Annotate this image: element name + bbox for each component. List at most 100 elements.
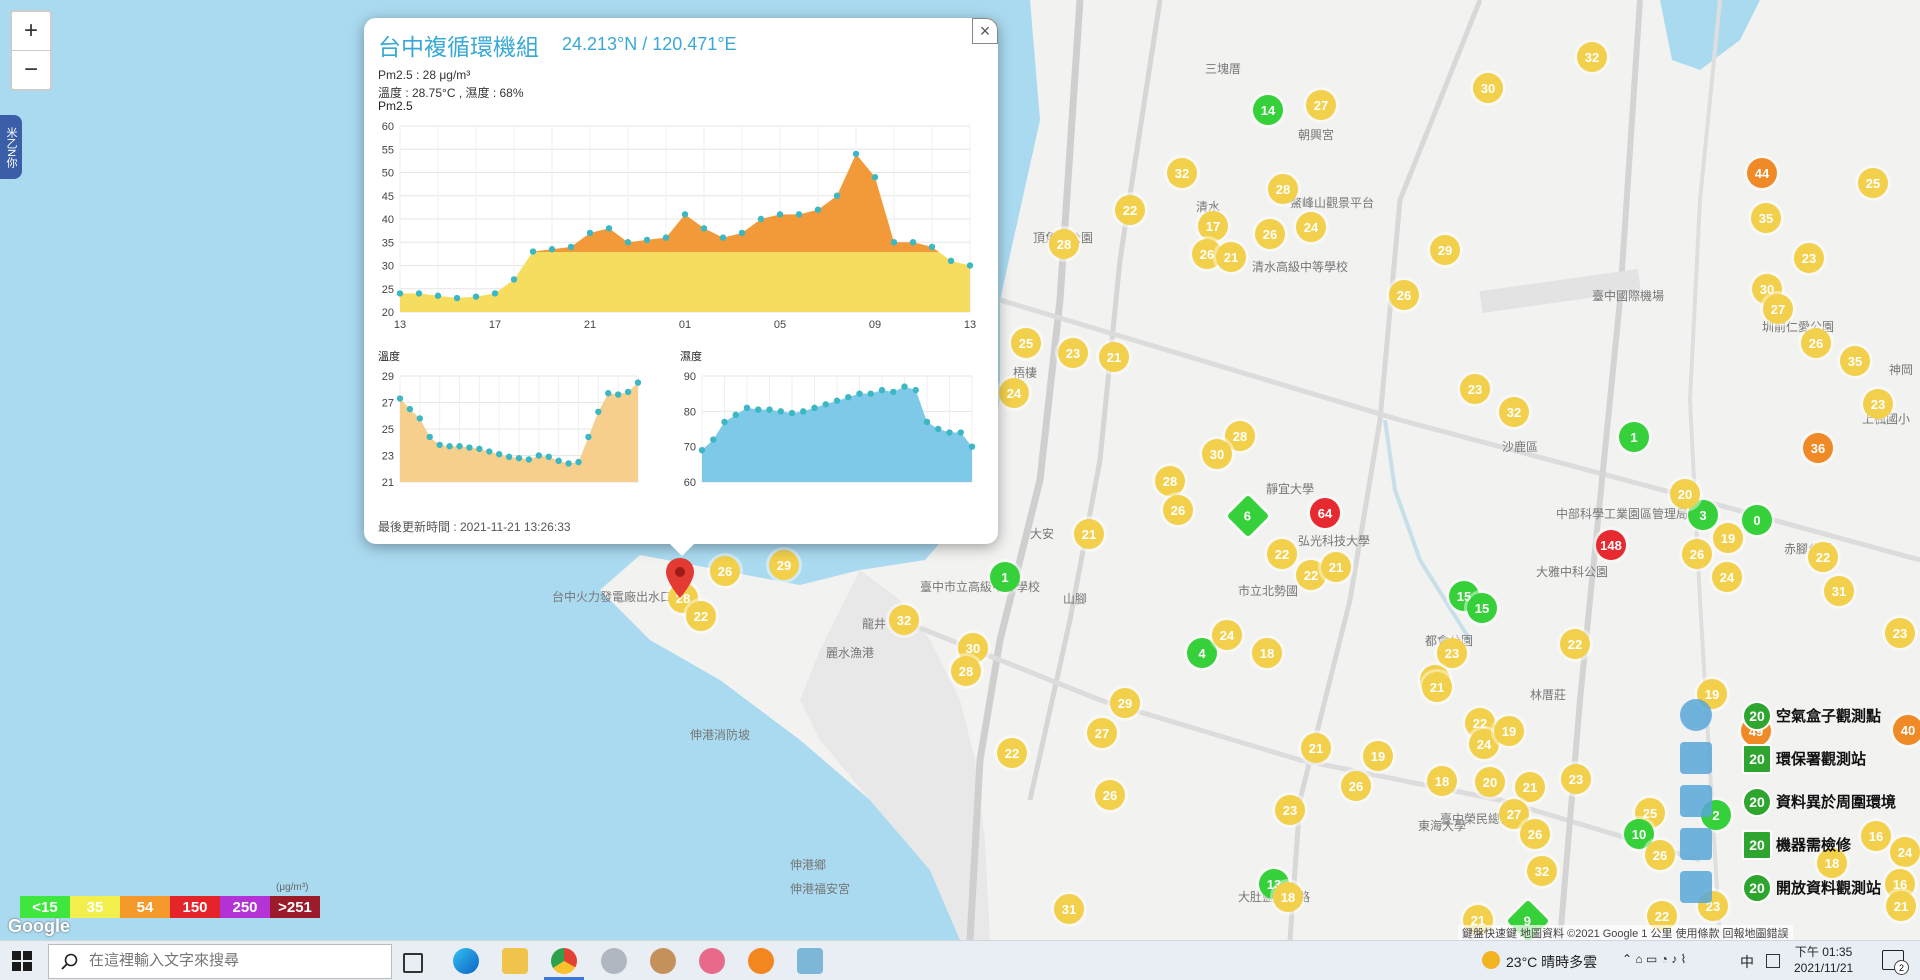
- taskbar-clock[interactable]: 下午 01:35 2021/11/21: [1794, 944, 1853, 976]
- sensor-marker[interactable]: 21: [1515, 772, 1545, 802]
- sensor-marker[interactable]: 24: [1712, 562, 1742, 592]
- sensor-marker[interactable]: 26: [1389, 280, 1419, 310]
- windows-start-icon[interactable]: [12, 951, 32, 971]
- sensor-marker[interactable]: 24: [1212, 620, 1242, 650]
- layer-legend-item[interactable]: 20 資料異於周圍環境: [1680, 781, 1920, 821]
- sensor-marker[interactable]: 26: [1255, 219, 1285, 249]
- edge-browser-icon[interactable]: [453, 948, 479, 974]
- weather-text[interactable]: 23°C 晴時多雲: [1506, 952, 1597, 972]
- sensor-marker[interactable]: 0: [1742, 505, 1772, 535]
- sensor-marker[interactable]: 20: [1670, 479, 1700, 509]
- chrome-browser-icon[interactable]: [551, 948, 577, 974]
- sensor-marker[interactable]: 15: [1467, 593, 1497, 623]
- sensor-marker[interactable]: 24: [1296, 212, 1326, 242]
- layer-legend-item[interactable]: 20 空氣盒子觀測點: [1680, 695, 1920, 735]
- sensor-marker[interactable]: 23: [1885, 618, 1915, 648]
- sensor-marker[interactable]: 26: [1520, 819, 1550, 849]
- layer-legend-item[interactable]: 20 環保署觀測站: [1680, 738, 1920, 778]
- sensor-marker[interactable]: 31: [1054, 894, 1084, 924]
- sensor-marker[interactable]: 22: [686, 601, 716, 631]
- blender-app-icon[interactable]: [748, 948, 774, 974]
- selected-location-pin-icon[interactable]: [664, 556, 696, 600]
- sensor-marker[interactable]: 29: [769, 550, 799, 580]
- sensor-marker[interactable]: 26: [710, 556, 740, 586]
- sensor-marker[interactable]: 22: [1808, 542, 1838, 572]
- side-panel-tab[interactable]: 米乙N你: [0, 115, 22, 179]
- zoom-in-button[interactable]: +: [12, 12, 50, 50]
- sensor-marker[interactable]: 18: [1427, 766, 1457, 796]
- file-explorer-icon[interactable]: [502, 948, 528, 974]
- weather-sun-icon[interactable]: [1482, 951, 1500, 969]
- sensor-marker[interactable]: 21: [1422, 672, 1452, 702]
- sensor-marker[interactable]: 26: [1341, 771, 1371, 801]
- sensor-marker[interactable]: 29: [1110, 688, 1140, 718]
- sensor-marker[interactable]: 28: [1155, 466, 1185, 496]
- sensor-marker[interactable]: 36: [1803, 433, 1833, 463]
- sensor-marker[interactable]: 30: [1473, 73, 1503, 103]
- map-attribution[interactable]: 鍵盤快速鍵 地圖資料 ©2021 Google 1 公里 使用條款 回報地圖錯誤: [1458, 925, 1793, 940]
- notification-icon[interactable]: 2: [1882, 950, 1909, 975]
- sensor-marker[interactable]: 28: [1049, 229, 1079, 259]
- sensor-marker[interactable]: 35: [1751, 203, 1781, 233]
- sensor-marker[interactable]: 26: [1095, 780, 1125, 810]
- layer-legend-item[interactable]: 20 機器需檢修: [1680, 824, 1920, 864]
- sensor-marker[interactable]: 20: [1475, 767, 1505, 797]
- sensor-marker[interactable]: 31: [1824, 576, 1854, 606]
- sensor-marker[interactable]: 32: [1577, 42, 1607, 72]
- sensor-marker[interactable]: 19: [1363, 741, 1393, 771]
- sensor-marker[interactable]: 4: [1187, 638, 1217, 668]
- sensor-marker[interactable]: 32: [1527, 856, 1557, 886]
- layer-legend-item[interactable]: 20 開放資料觀測站: [1680, 867, 1920, 907]
- sensor-marker[interactable]: 21: [1074, 519, 1104, 549]
- sensor-marker[interactable]: 32: [1499, 397, 1529, 427]
- sensor-marker[interactable]: 23: [1058, 338, 1088, 368]
- keyboard-icon[interactable]: [1766, 954, 1780, 968]
- sensor-marker[interactable]: 28: [951, 656, 981, 686]
- sensor-marker[interactable]: 23: [1561, 764, 1591, 794]
- sensor-marker[interactable]: 26: [1682, 539, 1712, 569]
- taskbar-search[interactable]: [48, 944, 392, 979]
- sensor-marker[interactable]: 27: [1087, 718, 1117, 748]
- sensor-marker[interactable]: 27: [1306, 90, 1336, 120]
- sensor-marker[interactable]: 148: [1596, 530, 1626, 560]
- sensor-marker[interactable]: 28: [1268, 174, 1298, 204]
- sensor-marker[interactable]: 23: [1794, 243, 1824, 273]
- sensor-marker[interactable]: 32: [889, 605, 919, 635]
- map-canvas[interactable]: 三塊厝朝興宮清水鰲峰山觀景平台頂魚寮公園清水高級中等學校臺中國際機場圳前仁愛公園…: [0, 0, 1920, 940]
- sensor-marker[interactable]: 29: [1430, 235, 1460, 265]
- sensor-marker[interactable]: 25: [1858, 168, 1888, 198]
- sensor-marker[interactable]: 22: [1267, 539, 1297, 569]
- sensor-marker[interactable]: 19: [1713, 523, 1743, 553]
- sensor-marker[interactable]: 1: [990, 562, 1020, 592]
- sensor-marker[interactable]: 27: [1763, 294, 1793, 324]
- sensor-marker[interactable]: 35: [1840, 346, 1870, 376]
- sensor-marker[interactable]: 23: [1275, 795, 1305, 825]
- ime-indicator[interactable]: 中: [1740, 952, 1754, 972]
- sensor-marker[interactable]: 21: [1301, 733, 1331, 763]
- gimp-app-icon[interactable]: [650, 948, 676, 974]
- sensor-marker[interactable]: 21: [1099, 342, 1129, 372]
- sensor-marker[interactable]: 25: [1011, 328, 1041, 358]
- sensor-marker[interactable]: 23: [1460, 374, 1490, 404]
- sensor-marker[interactable]: 21: [1321, 552, 1351, 582]
- task-view-icon[interactable]: [403, 953, 423, 973]
- sensor-marker[interactable]: 18: [1273, 882, 1303, 912]
- molecule-app-icon[interactable]: [699, 948, 725, 974]
- zoom-out-button[interactable]: −: [12, 50, 50, 89]
- sensor-marker[interactable]: 23: [1863, 389, 1893, 419]
- sensor-marker[interactable]: 22: [1115, 195, 1145, 225]
- sensor-marker[interactable]: 30: [1202, 439, 1232, 469]
- search-input[interactable]: [87, 951, 381, 970]
- compass-app-icon[interactable]: [601, 948, 627, 974]
- sensor-marker[interactable]: 32: [1167, 158, 1197, 188]
- sensor-marker[interactable]: 26: [1801, 328, 1831, 358]
- sensor-marker[interactable]: 23: [1437, 638, 1467, 668]
- sensor-marker[interactable]: 1: [1619, 422, 1649, 452]
- tray-icons[interactable]: ⌃ ⌂ ▭ ◔ ♪ ⌇: [1622, 952, 1686, 966]
- sensor-marker[interactable]: 21: [1216, 242, 1246, 272]
- sensor-marker[interactable]: 44: [1747, 158, 1777, 188]
- sensor-marker[interactable]: 18: [1252, 638, 1282, 668]
- sensor-marker[interactable]: 17: [1198, 211, 1228, 241]
- sensor-marker[interactable]: 64: [1310, 498, 1340, 528]
- sensor-marker[interactable]: 14: [1253, 95, 1283, 125]
